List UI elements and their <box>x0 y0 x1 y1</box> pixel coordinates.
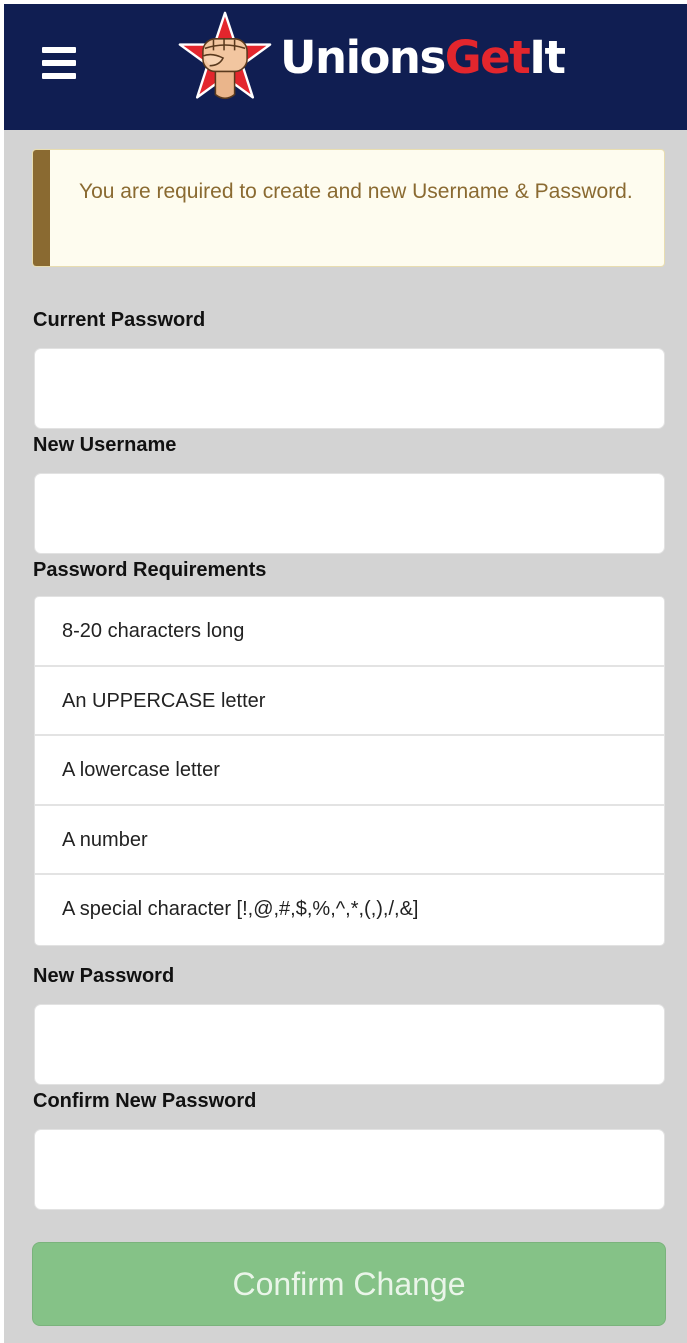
requirement-uppercase: An UPPERCASE letter <box>35 667 664 737</box>
fist-star-icon <box>178 11 272 100</box>
requirement-lowercase: A lowercase letter <box>35 736 664 806</box>
new-password-label: New Password <box>33 965 175 987</box>
confirm-change-button[interactable]: Confirm Change <box>32 1242 666 1326</box>
app-frame: UnionsGetIt You are required to create a… <box>4 4 687 1343</box>
current-password-input[interactable] <box>34 348 665 429</box>
brand-wordmark: UnionsGetIt <box>280 28 566 88</box>
new-password-input[interactable] <box>34 1004 665 1085</box>
new-username-label: New Username <box>33 434 177 456</box>
brand-word-unions: Unions <box>280 31 446 84</box>
requirement-special-character: A special character [!,@,#,$,%,^,*,(,),/… <box>62 898 419 921</box>
brand-word-it: It <box>529 31 566 84</box>
current-password-label: Current Password <box>33 309 206 331</box>
alert-accent-bar <box>33 150 50 266</box>
requirement-number: A number <box>35 806 664 876</box>
required-change-alert: You are required to create and new Usern… <box>32 149 665 267</box>
brand-word-get: Get <box>444 31 531 84</box>
top-header: UnionsGetIt <box>4 4 687 130</box>
confirm-new-password-input[interactable] <box>34 1129 665 1210</box>
hamburger-menu-icon[interactable] <box>42 47 76 79</box>
password-requirements-label: Password Requirements <box>33 559 267 581</box>
confirm-new-password-label: Confirm New Password <box>33 1090 257 1112</box>
requirement-length: 8-20 characters long <box>35 597 664 667</box>
alert-message: You are required to create and new Usern… <box>79 180 633 203</box>
new-username-input[interactable] <box>34 473 665 554</box>
brand-logo[interactable]: UnionsGetIt <box>176 10 606 110</box>
password-requirements-list: 8-20 characters long An UPPERCASE letter… <box>34 596 665 946</box>
